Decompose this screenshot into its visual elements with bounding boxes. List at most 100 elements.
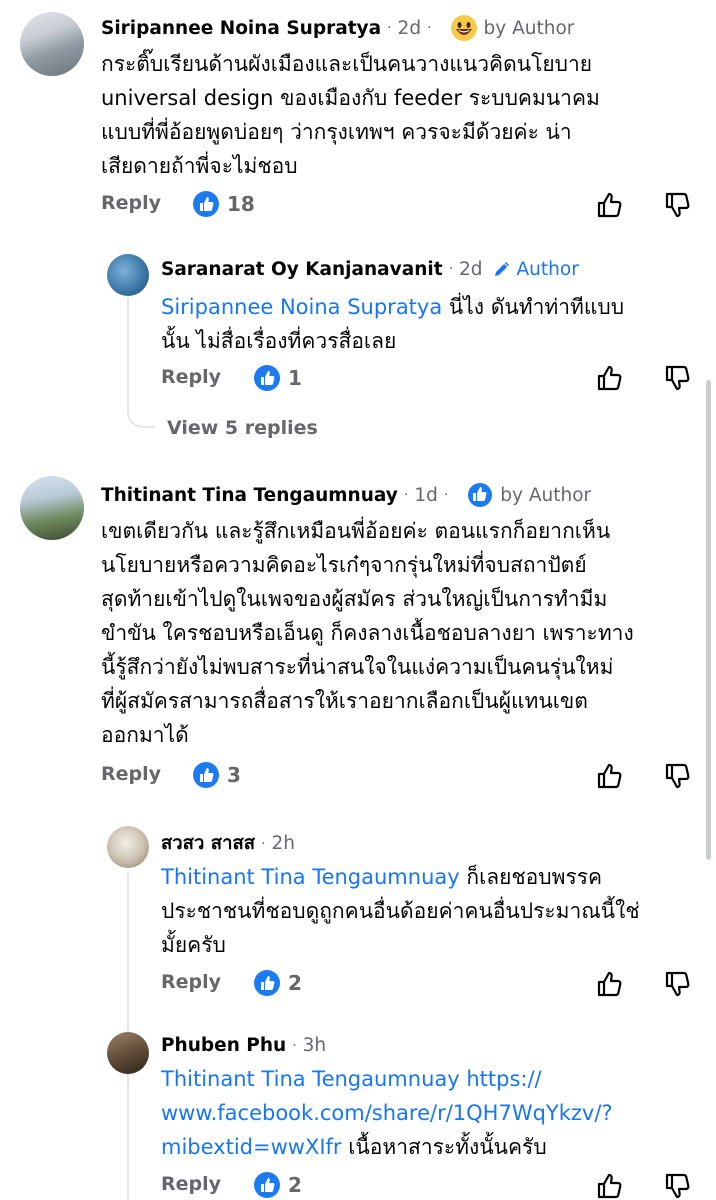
- text-line: Thitinant Tina Tengaumnuay ก็เลยชอบพรรค: [161, 860, 706, 894]
- reply-button[interactable]: Reply: [161, 1173, 221, 1195]
- author-name[interactable]: Siripannee Noina Supratya: [101, 18, 381, 39]
- text-line: นั้น ไม่สื่อเรื่องที่ควรสื่อเลย: [161, 329, 397, 353]
- text-line: มั้ยครับ: [161, 933, 226, 957]
- like-count-number: 2: [288, 971, 302, 995]
- text-line: mibextid=wwXIfr เนื้อหาสาระทั้งนั้นครับ: [161, 1130, 706, 1164]
- text-line: universal design ของเมืองกับ feeder ระบบ…: [101, 86, 600, 110]
- like-count[interactable]: 3: [193, 762, 241, 788]
- author-name[interactable]: สวสว สาสส: [161, 829, 255, 858]
- text-line: ที่ผู้สมัครสามารถสื่อสารให้เราอยากเลือกเ…: [101, 689, 588, 713]
- url-link[interactable]: mibextid=wwXIfr: [161, 1135, 342, 1159]
- avatar[interactable]: [20, 12, 84, 76]
- like-count[interactable]: 18: [193, 191, 255, 217]
- thumbs-down-icon[interactable]: [664, 191, 692, 219]
- timestamp[interactable]: 2d: [459, 259, 483, 280]
- thumbs-up-icon[interactable]: [596, 364, 624, 392]
- like-count-number: 2: [288, 1173, 302, 1197]
- scrollbar[interactable]: [706, 380, 711, 860]
- reply-header: Saranarat Oy Kanjanavanit · 2d Author: [161, 258, 579, 280]
- thumbs-up-icon[interactable]: [596, 762, 624, 790]
- thumbs-down-icon[interactable]: [664, 762, 692, 790]
- reply-button[interactable]: Reply: [161, 366, 221, 388]
- thumbs-up-icon[interactable]: [596, 191, 624, 219]
- timestamp[interactable]: 2h: [272, 833, 296, 854]
- mention-link[interactable]: Siripannee Noina Supratya: [161, 295, 442, 319]
- avatar[interactable]: [107, 254, 149, 296]
- author-reaction-badge: by Author: [466, 481, 591, 509]
- reply-button[interactable]: Reply: [101, 763, 161, 785]
- comment-text: กระติ๊บเรียนด้านผังเมืองและเป็นคนวางแนวค…: [101, 47, 691, 183]
- like-reaction-icon: [466, 481, 494, 509]
- reply-button[interactable]: Reply: [101, 192, 161, 214]
- author-name[interactable]: Saranarat Oy Kanjanavanit: [161, 259, 443, 280]
- thumbs-up-icon[interactable]: [596, 1172, 624, 1200]
- like-count[interactable]: 2: [254, 970, 302, 996]
- mention-link[interactable]: Thitinant Tina Tengaumnuay: [161, 1067, 460, 1091]
- timestamp[interactable]: 3h: [303, 1035, 327, 1056]
- comment-actions: Reply: [101, 192, 161, 214]
- text-line: นี้รู้สึกว่ายังไม่พบสาระที่น่าสนใจในแง่ค…: [101, 655, 614, 679]
- timestamp[interactable]: 1d: [414, 485, 438, 506]
- thumbs-down-icon[interactable]: [664, 364, 692, 392]
- like-reaction-icon: [254, 1172, 280, 1198]
- pencil-icon: [491, 258, 513, 280]
- thumbs-down-icon[interactable]: [664, 970, 692, 998]
- reply-actions: Reply: [161, 366, 221, 388]
- text-line: แบบที่พี่อ้อยพูดบ่อยๆ ว่ากรุงเทพฯ ควรจะม…: [101, 120, 572, 144]
- reply-header: สวสว สาสส · 2h: [161, 829, 295, 858]
- comment-header: Siripannee Noina Supratya · 2d · by Auth…: [101, 14, 574, 42]
- text-line: สุดท้ายเข้าไปดูในเพจของผู้สมัคร ส่วนใหญ่…: [101, 587, 608, 611]
- view-replies-link[interactable]: View 5 replies: [167, 417, 318, 439]
- thumbs-up-icon[interactable]: [596, 970, 624, 998]
- text-line: เขตเดียวกัน และรู้สึกเหมือนพี่อ้อยค่ะ ตอ…: [101, 519, 611, 543]
- reply-button[interactable]: Reply: [161, 971, 221, 993]
- author-name[interactable]: Phuben Phu: [161, 1035, 286, 1056]
- author-name[interactable]: Thitinant Tina Tengaumnuay: [101, 485, 398, 506]
- text-line: กระติ๊บเรียนด้านผังเมืองและเป็นคนวางแนวค…: [101, 52, 593, 76]
- thumbs-down-icon[interactable]: [664, 1172, 692, 1200]
- reply-header: Phuben Phu · 3h: [161, 1035, 326, 1056]
- separator-dot: ·: [448, 261, 454, 277]
- like-reaction-icon: [193, 762, 219, 788]
- grinning-emoji-icon: [450, 14, 478, 42]
- reply-text-segment: ก็เลยชอบพรรค: [459, 865, 603, 889]
- like-reaction-icon: [193, 191, 219, 217]
- reply-text: Siripannee Noina Supratya นี่ไง ดันทำท่า…: [161, 290, 691, 358]
- separator-dot: ·: [261, 835, 266, 852]
- url-link[interactable]: www.facebook.com/share/r/1QH7WqYkzv/?: [161, 1096, 706, 1130]
- mention-link[interactable]: Thitinant Tina Tengaumnuay: [161, 865, 460, 889]
- avatar[interactable]: [107, 826, 149, 868]
- reply-actions: Reply: [161, 1173, 221, 1195]
- text-line: นโยบายหรือความคิดอะไรเก๋ๆจากรุ่นใหม่ที่จ…: [101, 553, 587, 577]
- text-line: Thitinant Tina Tengaumnuay https://: [161, 1062, 706, 1096]
- separator-dot: ·: [403, 487, 409, 503]
- separator-dot: ·: [443, 487, 449, 503]
- separator-dot: ·: [292, 1037, 297, 1054]
- text-line: ออกมาได้: [101, 723, 189, 747]
- timestamp[interactable]: 2d: [398, 18, 422, 39]
- badge-label: Author: [516, 258, 579, 280]
- comment-text: เขตเดียวกัน และรู้สึกเหมือนพี่อ้อยค่ะ ตอ…: [101, 514, 701, 752]
- like-reaction-icon: [254, 970, 280, 996]
- like-count-number: 1: [288, 366, 302, 390]
- like-count[interactable]: 1: [254, 365, 302, 391]
- reply-text: Thitinant Tina Tengaumnuay https:// www.…: [161, 1062, 706, 1164]
- comment-actions: Reply: [101, 763, 161, 785]
- reply-text-segment: นี่ไง ดันทำท่าทีแบบ: [442, 295, 625, 319]
- like-reaction-icon: [254, 365, 280, 391]
- avatar[interactable]: [107, 1032, 149, 1074]
- badge-label: by Author: [500, 484, 592, 506]
- like-count[interactable]: 2: [254, 1172, 302, 1198]
- text-line: เสียดายถ้าพี่จะไม่ชอบ: [101, 154, 298, 178]
- author-reaction-badge: by Author: [450, 14, 574, 42]
- text-line: ประชาชนที่ชอบดูถูกคนอื่นด้อยค่าคนอื่นประ…: [161, 899, 640, 923]
- reply-text: Thitinant Tina Tengaumnuay ก็เลยชอบพรรค …: [161, 860, 706, 962]
- url-link[interactable]: https://: [460, 1067, 541, 1091]
- comment-header: Thitinant Tina Tengaumnuay · 1d · by Aut…: [101, 481, 591, 509]
- avatar[interactable]: [20, 476, 84, 540]
- like-count-number: 3: [227, 763, 241, 787]
- like-count-number: 18: [227, 192, 255, 216]
- separator-dot: ·: [387, 20, 392, 36]
- author-badge: Author: [491, 258, 579, 280]
- reply-actions: Reply: [161, 971, 221, 993]
